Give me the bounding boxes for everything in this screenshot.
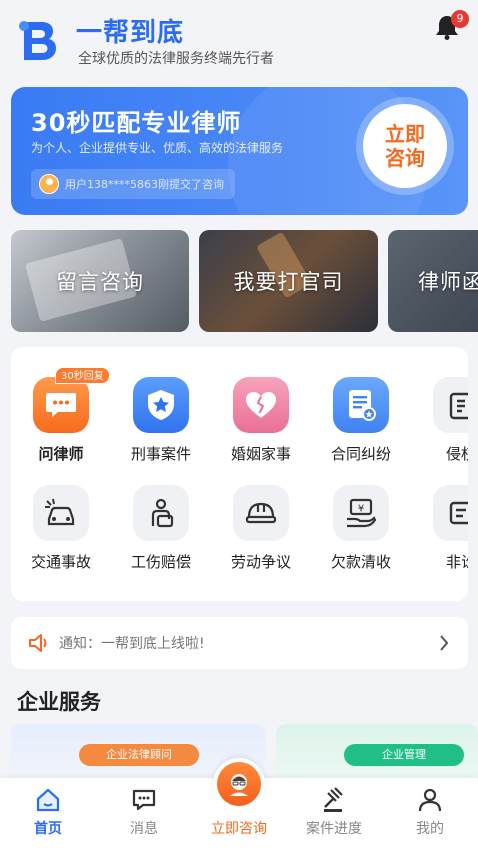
tab-messages[interactable]: 消息 — [96, 778, 192, 850]
notice-text: 通知：一帮到底上线啦! — [59, 636, 205, 652]
category-label: 工伤赔偿 — [130, 553, 191, 571]
app-logo-icon — [19, 21, 56, 60]
hero-title: 30秒匹配专业律师 — [31, 109, 242, 137]
consult-avatar-icon — [217, 762, 261, 806]
broken-heart-icon — [233, 377, 289, 433]
tab-consult-now-label: 立即咨询 — [211, 821, 267, 837]
quick-reply-badge: 30秒回复 — [55, 367, 110, 384]
message-consult-label: 留言咨询 — [56, 270, 144, 294]
notice-bar[interactable]: 通知：一帮到底上线啦! — [11, 617, 468, 669]
category-label: 劳动争议 — [230, 553, 291, 571]
contract-document-icon — [333, 377, 389, 433]
category-debt-collection[interactable]: ¥ 欠款清收 — [311, 485, 411, 572]
injured-arm-icon — [133, 485, 189, 541]
service-card-row: 留言咨询 我要打官司 律师函 — [11, 230, 478, 332]
category-labor-dispute[interactable]: 劳动争议 — [211, 485, 311, 572]
category-ask-lawyer[interactable]: 30秒回复 问律师 — [11, 367, 111, 464]
consult-now-button[interactable]: 立即咨询 — [363, 104, 447, 188]
lawyer-letter-card[interactable]: 律师函 — [388, 230, 478, 332]
category-non-litigation[interactable]: 非讼 — [411, 485, 468, 572]
category-label: 刑事案件 — [130, 445, 191, 463]
app-header: 一帮到底 全球优质的法律服务终端先行者 9 — [0, 0, 478, 80]
category-work-injury[interactable]: 工伤赔偿 — [111, 485, 211, 572]
message-consult-card[interactable]: 留言咨询 — [11, 230, 189, 332]
category-infringement[interactable]: 侵权 — [411, 377, 468, 464]
tab-messages-label: 消息 — [130, 821, 158, 837]
category-criminal[interactable]: 刑事案件 — [111, 377, 211, 464]
category-label: 问律师 — [38, 445, 84, 463]
hero-subtitle: 为个人、企业提供专业、优质、高效的法律服务 — [31, 141, 284, 155]
category-label: 侵权 — [445, 445, 468, 463]
enterprise-management-label: 企业管理 — [344, 744, 464, 766]
profile-icon — [418, 788, 442, 812]
recent-consult-text: 用户138****5863刚提交了咨询 — [65, 178, 224, 191]
hard-hat-icon — [233, 485, 289, 541]
user-avatar-icon — [39, 174, 59, 194]
category-label: 交通事故 — [30, 553, 91, 571]
car-crash-icon — [33, 485, 89, 541]
speaker-icon — [29, 634, 47, 652]
money-hand-icon: ¥ — [333, 485, 389, 541]
infringement-icon — [433, 377, 468, 433]
category-label: 欠款清收 — [330, 553, 391, 571]
non-litigation-icon — [433, 485, 468, 541]
category-marriage[interactable]: 婚姻家事 — [211, 377, 311, 464]
center-consult-button[interactable] — [213, 758, 265, 810]
tab-home[interactable]: 首页 — [0, 778, 96, 850]
chat-bubble-icon — [33, 377, 89, 433]
lawyer-letter-label: 律师函 — [418, 270, 478, 294]
chevron-right-icon — [440, 635, 449, 651]
file-lawsuit-card[interactable]: 我要打官司 — [199, 230, 378, 332]
consult-now-label: 立即咨询 — [385, 122, 425, 170]
message-icon — [132, 789, 156, 811]
category-traffic-accident[interactable]: 交通事故 — [11, 485, 111, 572]
tab-home-label: 首页 — [34, 821, 62, 837]
tab-profile-label: 我的 — [416, 821, 444, 837]
brand-tagline: 全球优质的法律服务终端先行者 — [78, 51, 274, 67]
svg-text:¥: ¥ — [358, 504, 364, 515]
recent-consult-ticker: 用户138****5863刚提交了咨询 — [31, 169, 235, 199]
category-label: 合同纠纷 — [330, 445, 391, 463]
hero-banner[interactable]: 30秒匹配专业律师 为个人、企业提供专业、优质、高效的法律服务 用户138***… — [11, 87, 468, 215]
category-label: 婚姻家事 — [230, 445, 291, 463]
gavel-icon — [324, 787, 343, 812]
brand-name: 一帮到底 — [76, 18, 185, 48]
home-icon — [36, 788, 60, 812]
category-label: 非讼 — [445, 553, 468, 571]
tab-case-progress-label: 案件进度 — [306, 821, 362, 837]
enterprise-legal-advisor-label: 企业法律顾问 — [79, 744, 199, 766]
category-contract[interactable]: 合同纠纷 — [311, 377, 411, 464]
tab-case-progress[interactable]: 案件进度 — [286, 778, 382, 850]
category-grid: 30秒回复 问律师 刑事案件 婚姻家事 合同纠纷 侵权 交通事故 — [11, 347, 468, 601]
tab-profile[interactable]: 我的 — [382, 778, 478, 850]
enterprise-section-title: 企业服务 — [17, 690, 101, 714]
notification-count-badge: 9 — [451, 10, 469, 28]
file-lawsuit-label: 我要打官司 — [233, 270, 344, 294]
police-badge-icon — [133, 377, 189, 433]
